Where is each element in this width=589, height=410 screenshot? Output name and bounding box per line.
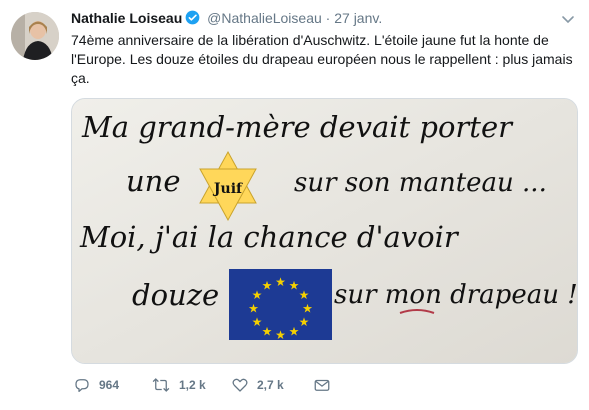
eu-flag-icon: ★ ★ ★ ★ ★ ★ ★ ★ ★ ★ ★ ★ (229, 269, 332, 342)
tweet-header: Nathalie Loiseau @NathalieLoiseau · 27 j… (71, 10, 559, 30)
like-button[interactable]: 2,7 k (231, 374, 284, 396)
avatar[interactable] (11, 12, 59, 60)
svg-text:★: ★ (252, 315, 263, 329)
author-name[interactable]: Nathalie Loiseau (71, 10, 182, 26)
separator-dot: · (325, 10, 331, 26)
poster-line-3: Moi, j'ai la chance d'avoir (79, 220, 460, 254)
svg-text:★: ★ (299, 288, 310, 302)
poster-line-4a: douze (132, 278, 219, 312)
reply-button[interactable]: 964 (73, 374, 119, 396)
reply-count: 964 (99, 378, 120, 392)
chevron-down-icon[interactable] (561, 12, 575, 26)
author-handle[interactable]: @NathalieLoiseau (207, 10, 322, 26)
tweet-image[interactable]: Ma grand-mère devait porter une sur son … (71, 98, 578, 364)
poster-line-2a: une (126, 164, 181, 198)
poster-line-2b: sur son manteau ... (294, 168, 547, 198)
retweet-count: 1,2 k (179, 378, 206, 392)
svg-text:★: ★ (302, 302, 313, 316)
retweet-button[interactable]: 1,2 k (151, 374, 206, 396)
tweet-text: 74ème anniversaire de la libération d'Au… (71, 32, 573, 86)
verified-badge-icon (185, 10, 200, 28)
svg-text:★: ★ (299, 315, 310, 329)
heart-icon (232, 378, 248, 392)
svg-text:★: ★ (275, 328, 286, 342)
image-handwritten-poster: Ma grand-mère devait porter une sur son … (72, 99, 577, 363)
svg-text:★: ★ (262, 325, 273, 339)
reply-icon (75, 379, 89, 393)
tweet-date[interactable]: 27 janv. (334, 10, 382, 26)
retweet-icon (152, 378, 170, 392)
envelope-icon (314, 379, 330, 391)
direct-message-button[interactable] (313, 374, 339, 396)
svg-text:★: ★ (289, 325, 300, 339)
poster-line-1: Ma grand-mère devait porter (81, 110, 514, 144)
star-label: Juif (212, 181, 243, 197)
avatar-photo (11, 12, 59, 60)
svg-text:★: ★ (275, 275, 286, 289)
like-count: 2,7 k (257, 378, 284, 392)
svg-text:★: ★ (248, 302, 259, 316)
poster-line-4b: sur mon drapeau ! (334, 280, 577, 310)
svg-text:★: ★ (262, 279, 273, 293)
